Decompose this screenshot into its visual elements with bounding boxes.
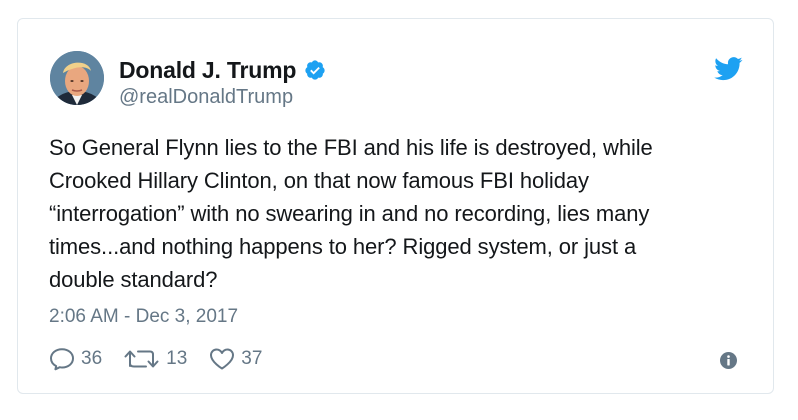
heart-icon bbox=[210, 348, 235, 370]
tweet-text: So General Flynn lies to the FBI and his… bbox=[49, 135, 653, 292]
reply-count: 36 bbox=[81, 348, 103, 369]
retweet-count: 13 bbox=[166, 348, 188, 369]
author-row: Donald J. Trump bbox=[119, 56, 326, 84]
reply-button[interactable]: 36 bbox=[49, 347, 102, 371]
reply-icon bbox=[50, 348, 74, 371]
info-icon[interactable] bbox=[720, 352, 737, 369]
like-count: 37 bbox=[241, 348, 263, 369]
retweet-button[interactable]: 13 bbox=[124, 347, 187, 371]
tweet-card: Donald J. Trump @realDonaldTrump So Gene… bbox=[17, 18, 774, 394]
avatar[interactable] bbox=[50, 51, 104, 105]
retweet-icon bbox=[124, 350, 159, 368]
author-handle[interactable]: @realDonaldTrump bbox=[119, 86, 293, 109]
twitter-bird-icon[interactable] bbox=[714, 57, 743, 81]
author-name[interactable]: Donald J. Trump bbox=[119, 57, 296, 84]
tweet-timestamp[interactable]: 2:06 AM - Dec 3, 2017 bbox=[49, 306, 238, 328]
verified-badge-icon bbox=[304, 59, 326, 81]
like-button[interactable]: 37 bbox=[209, 347, 262, 371]
tweet-actions: 36 13 37 bbox=[49, 345, 284, 373]
